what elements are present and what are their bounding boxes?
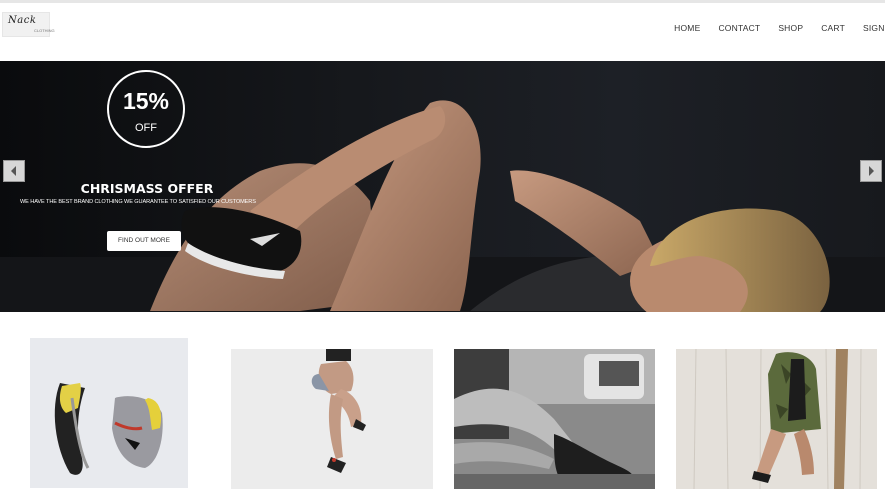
discount-badge: 15% OFF: [107, 70, 185, 148]
boots-image: [454, 349, 655, 489]
site-header: Nack CLOTHING HOME CONTACT SHOP CART SIG…: [0, 3, 885, 61]
chevron-left-icon: [11, 166, 16, 176]
logo-subtext: CLOTHING: [34, 28, 55, 33]
product-image-boots[interactable]: [454, 349, 655, 489]
camo-jacket-image: [676, 349, 877, 489]
main-nav: HOME CONTACT SHOP CART SIGN: [674, 23, 885, 33]
discount-value: 15%: [122, 88, 170, 114]
nav-sign[interactable]: SIGN: [863, 23, 885, 33]
logo-text: Nack: [8, 15, 37, 26]
discount-label: OFF: [135, 122, 157, 134]
brand-logo[interactable]: Nack CLOTHING: [2, 12, 55, 37]
offer-title: CHRISMASS OFFER: [80, 181, 214, 196]
sneakers-image: [30, 338, 188, 488]
slider-prev-button[interactable]: [3, 160, 25, 182]
jumping-woman-image: [231, 349, 433, 489]
nav-cart[interactable]: CART: [821, 23, 845, 33]
product-image-sneakers[interactable]: [30, 338, 188, 488]
product-image-jumping-woman[interactable]: [231, 349, 433, 489]
slider-next-button[interactable]: [860, 160, 882, 182]
nav-contact[interactable]: CONTACT: [718, 23, 760, 33]
product-image-camo-jacket[interactable]: [676, 349, 877, 489]
nav-shop[interactable]: SHOP: [778, 23, 803, 33]
find-out-more-button[interactable]: FIND OUT MORE: [107, 231, 181, 251]
offer-subtitle: WE HAVE THE BEST BRAND CLOTHING WE GUARA…: [20, 199, 256, 205]
nav-home[interactable]: HOME: [674, 23, 700, 33]
hero-slider: 15% OFF CHRISMASS OFFER WE HAVE THE BEST…: [0, 61, 885, 312]
chevron-right-icon: [869, 166, 874, 176]
